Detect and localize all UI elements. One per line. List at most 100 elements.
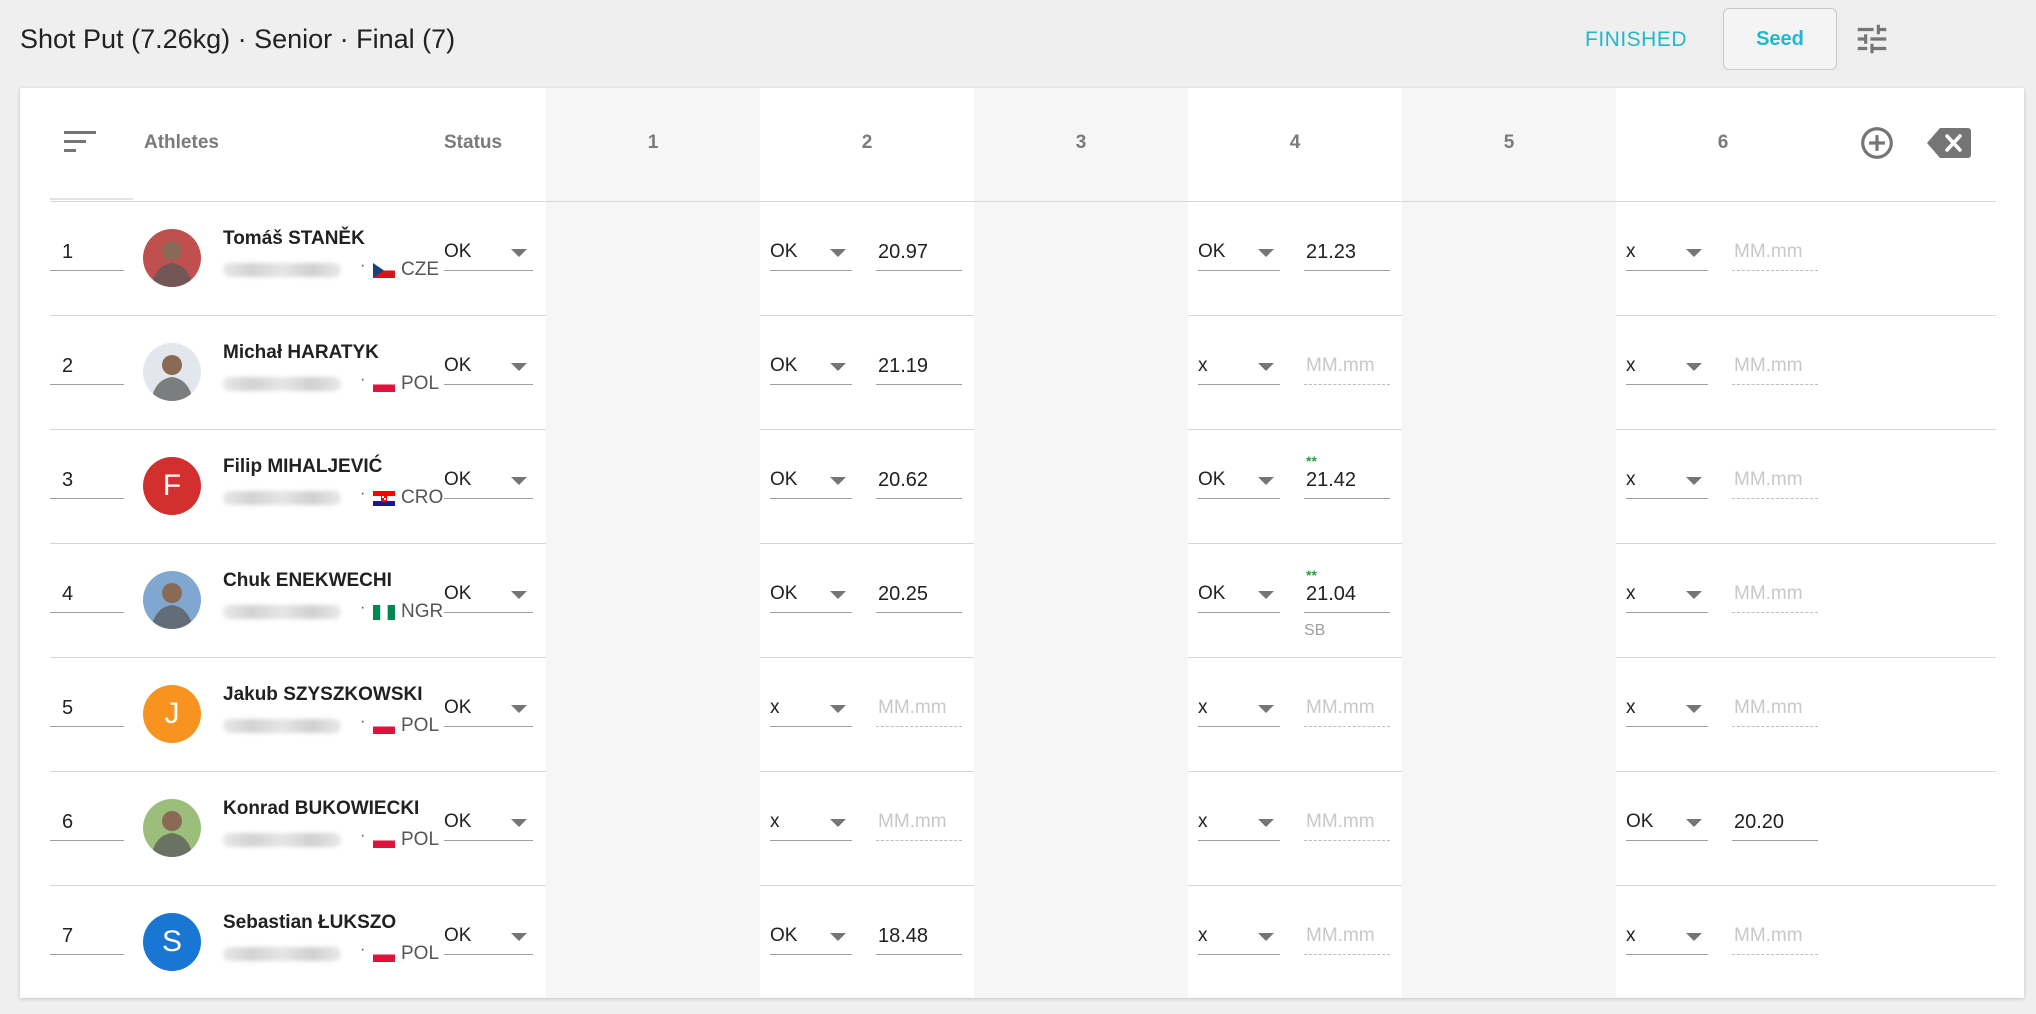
dropdown-arrow-icon [511, 363, 527, 371]
attempt-mark-input[interactable]: MM.mm [1732, 580, 1818, 613]
mark-placeholder: MM.mm [1734, 469, 1803, 490]
rank-input[interactable]: 5 [50, 694, 124, 727]
attempt-result-select[interactable]: x [1626, 580, 1708, 613]
status-select[interactable]: OK [444, 352, 533, 385]
rank-input[interactable]: 7 [50, 922, 124, 955]
seed-button[interactable]: Seed [1723, 8, 1837, 70]
attempt-result-select[interactable]: OK [1198, 238, 1280, 271]
attempt-result-select[interactable]: x [1198, 922, 1280, 955]
rank-input[interactable]: 4 [50, 580, 124, 613]
header-status[interactable]: Status [444, 132, 502, 154]
attempt-mark-input[interactable]: MM.mm [1732, 922, 1818, 955]
rank-input[interactable]: 1 [50, 238, 124, 271]
attempt-result-select[interactable]: OK [1626, 808, 1708, 841]
attempt-mark-input[interactable]: MM.mm [1732, 466, 1818, 499]
add-circle-icon[interactable] [1858, 124, 1896, 162]
rank-value: 1 [62, 241, 74, 263]
sort-icon[interactable] [62, 128, 98, 156]
attempt-result-select[interactable]: x [1198, 352, 1280, 385]
attempt-mark-input[interactable]: 20.20 [1732, 808, 1818, 841]
attempt-result-select[interactable]: OK [770, 466, 852, 499]
status-value: OK [444, 925, 472, 946]
attempt-result-select[interactable]: x [1626, 238, 1708, 271]
header-attempt-2[interactable]: 2 [760, 132, 974, 154]
attempt-result-select[interactable]: x [1198, 808, 1280, 841]
attempt-result-select[interactable]: x [1626, 694, 1708, 727]
attempt-result-select[interactable]: x [1626, 922, 1708, 955]
status-select[interactable]: OK [444, 466, 533, 499]
athlete-club-blurred [223, 263, 341, 277]
attempt-mark-input[interactable]: 18.48 [876, 922, 962, 955]
attempt-result-select[interactable]: x [1626, 352, 1708, 385]
rank-input[interactable]: 3 [50, 466, 124, 499]
status-select[interactable]: OK [444, 580, 533, 613]
attempt-result-select[interactable]: x [770, 694, 852, 727]
attempt-mark-input[interactable]: MM.mm [1732, 238, 1818, 271]
attempt-result-select[interactable]: x [770, 808, 852, 841]
header-attempt-3[interactable]: 3 [974, 132, 1188, 154]
dropdown-arrow-icon [830, 363, 846, 371]
attempt-mark-input[interactable]: MM.mm [876, 694, 962, 727]
attempt-result-value: x [1626, 241, 1636, 262]
attempt-result-select[interactable]: OK [770, 238, 852, 271]
dropdown-arrow-icon [511, 933, 527, 941]
rank-input[interactable]: 6 [50, 808, 124, 841]
attempt-result-select[interactable]: OK [770, 922, 852, 955]
status-select[interactable]: OK [444, 694, 533, 727]
attempt-result-select[interactable]: OK [770, 352, 852, 385]
country-code: POL [401, 943, 440, 964]
header-attempt-1[interactable]: 1 [546, 132, 760, 154]
attempt-result-select[interactable]: OK [1198, 580, 1280, 613]
status-select[interactable]: OK [444, 922, 533, 955]
flag-icon [373, 605, 395, 620]
athlete-club-blurred [223, 719, 341, 733]
header-attempt-5[interactable]: 5 [1402, 132, 1616, 154]
avatar: F [143, 457, 201, 515]
attempt-mark-input[interactable]: MM.mm [1304, 808, 1390, 841]
dropdown-arrow-icon [830, 591, 846, 599]
attempt-result-select[interactable]: x [1198, 694, 1280, 727]
attempt-mark-input[interactable]: 20.97 [876, 238, 962, 271]
mark-placeholder: MM.mm [878, 811, 947, 832]
results-table: Athletes Status 1 Tomáš STANĚK · CZE OK OK 20.… [20, 88, 2024, 998]
attempt-mark-input[interactable]: 20.25 [876, 580, 962, 613]
dropdown-arrow-icon [1258, 477, 1274, 485]
attempt-mark-input[interactable]: MM.mm [876, 808, 962, 841]
mark-placeholder: MM.mm [1734, 355, 1803, 376]
header-attempt-4[interactable]: 4 [1188, 132, 1402, 154]
athlete-club-blurred [223, 377, 341, 391]
attempt-mark-input[interactable]: MM.mm [1304, 352, 1390, 385]
backspace-icon[interactable] [1926, 126, 1972, 160]
dropdown-arrow-icon [1686, 591, 1702, 599]
status-select[interactable]: OK [444, 808, 533, 841]
attempt-result-value: x [1198, 925, 1208, 946]
athlete-club-blurred [223, 833, 341, 847]
status-value: OK [444, 697, 472, 718]
header-athletes[interactable]: Athletes [144, 132, 219, 154]
attempt-mark-input[interactable]: MM.mm [1304, 922, 1390, 955]
tune-icon[interactable] [1853, 20, 1891, 58]
attempt-result-value: x [1626, 925, 1636, 946]
avatar: S [143, 913, 201, 971]
attempt-mark-input[interactable]: 20.62 [876, 466, 962, 499]
attempt-result-select[interactable]: OK [1198, 466, 1280, 499]
rank-input[interactable]: 2 [50, 352, 124, 385]
attempt-mark-input[interactable]: MM.mm [1732, 352, 1818, 385]
season-best-label: SB [1304, 622, 1326, 639]
attempt-mark-input[interactable]: MM.mm [1304, 694, 1390, 727]
mark-placeholder: MM.mm [1734, 241, 1803, 262]
attempt-mark-input[interactable]: 21.04 ** [1304, 568, 1390, 613]
athlete-name: Sebastian ŁUKSZO [223, 912, 397, 933]
dropdown-arrow-icon [1258, 705, 1274, 713]
attempt-result-select[interactable]: x [1626, 466, 1708, 499]
status-select[interactable]: OK [444, 238, 533, 271]
country-code: POL [401, 373, 440, 394]
header-attempt-6[interactable]: 6 [1616, 132, 1830, 154]
dropdown-arrow-icon [1258, 819, 1274, 827]
attempt-result-select[interactable]: OK [770, 580, 852, 613]
attempt-mark-input[interactable]: MM.mm [1732, 694, 1818, 727]
dropdown-arrow-icon [830, 933, 846, 941]
attempt-mark-input[interactable]: 21.42 ** [1304, 454, 1390, 499]
attempt-mark-input[interactable]: 21.23 [1304, 238, 1390, 271]
attempt-mark-input[interactable]: 21.19 [876, 352, 962, 385]
